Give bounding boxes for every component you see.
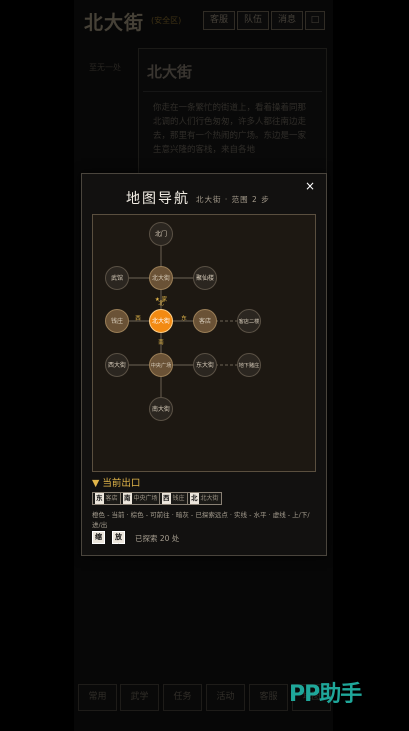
- map-node-label: 客店二楼: [239, 317, 260, 325]
- map-canvas: 北门 武馆 北大街 聚仙楼 钱庄 北大街 客店 客店二楼 西大街 中央广场 东大街 地下赌庄 南大街北西…: [92, 214, 316, 472]
- map-node-label: 地下赌庄: [239, 361, 260, 369]
- map-node-label: 南大街: [152, 405, 170, 413]
- watermark-logo: PP助手: [289, 682, 362, 707]
- map-node-label: 东大街: [196, 361, 214, 369]
- map-node-label: 北门: [155, 230, 167, 238]
- modal-subtitle: 北大街 · 范围 2 步: [196, 195, 270, 204]
- direction-label-s: 南: [158, 338, 164, 346]
- map-node-label: 北大街: [152, 317, 170, 325]
- zoom-out-button[interactable]: 缩小: [92, 531, 105, 552]
- map-node-xidajie: 西大街: [105, 353, 129, 377]
- direction-label-e: 东: [181, 314, 187, 322]
- map-node-beidajie[interactable]: 北大街: [149, 309, 173, 333]
- map-node-label: 北大街: [152, 274, 170, 282]
- modal-title: 地图导航: [126, 191, 190, 207]
- map-node-beimen: 北门: [149, 222, 173, 246]
- map-node-kedian[interactable]: 客店: [193, 309, 217, 333]
- home-marker: ★ 家: [155, 295, 168, 303]
- direction-label-w: 西: [135, 315, 141, 322]
- map-node-kedian_2f: 客店二楼: [237, 309, 261, 333]
- map-node-label: 聚仙楼: [196, 274, 214, 282]
- map-legend: 橙色 - 当前 · 棕色 - 可前往 · 暗灰 - 已探索远点 · 实线 - 水…: [92, 511, 310, 529]
- zoom-in-button[interactable]: 放大: [112, 531, 125, 552]
- exit-east[interactable]: 东客店: [92, 492, 121, 505]
- map-node-label: 武馆: [111, 274, 123, 282]
- exit-west[interactable]: 西钱庄: [159, 492, 188, 505]
- exit-north[interactable]: 北北大街: [187, 492, 222, 505]
- exits-heading: ▼ 当前出口: [92, 478, 141, 489]
- map-node-dongdajie: 东大街: [193, 353, 217, 377]
- map-node-nandajie: 南大街: [149, 397, 173, 421]
- map-node-label: 中央广场: [151, 361, 172, 369]
- map-node-dixia: 地下赌庄: [237, 353, 261, 377]
- map-node-beidajie_n[interactable]: 北大街: [149, 266, 173, 290]
- map-node-label: 客店: [199, 317, 211, 325]
- map-node-zhongyang[interactable]: 中央广场: [149, 353, 173, 377]
- map-node-wuguan: 武馆: [105, 266, 129, 290]
- explored-count: 已探索 20 处: [135, 534, 180, 543]
- map-node-label: 西大街: [108, 361, 126, 369]
- close-icon[interactable]: ×: [303, 179, 317, 193]
- map-node-label: 钱庄: [111, 317, 123, 325]
- map-node-qianzhuang[interactable]: 钱庄: [105, 309, 129, 333]
- exit-south[interactable]: 南中央广场: [120, 492, 161, 505]
- map-graph: 北门武馆 北大街 聚仙楼钱庄 北大街 客店 客店二楼西大街 中央广场 东大街 地下赌庄南大街北西…: [105, 222, 261, 421]
- map-modal: 地图导航 北大街 · 范围 2 步 × 北门 武馆 北大街 聚仙楼 钱庄 北大街 客店 客店二…: [81, 173, 327, 556]
- map-node-jiuzhanglou: 聚仙楼: [193, 266, 217, 290]
